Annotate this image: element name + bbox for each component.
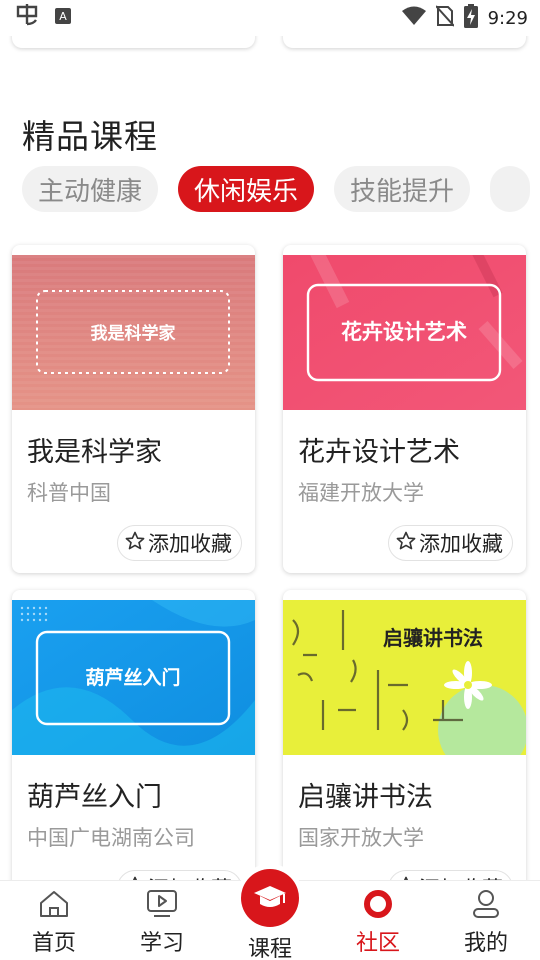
nav-profile[interactable]: 我的 — [432, 881, 540, 960]
course-card[interactable]: 我是科学家 我是科学家 科普中国 添加收藏 — [12, 245, 255, 573]
no-sim-icon — [434, 5, 455, 31]
nav-home[interactable]: 首页 — [0, 881, 108, 960]
add-favorite-button[interactable]: 添加收藏 — [388, 525, 513, 561]
nav-study-label: 学习 — [139, 931, 184, 956]
bottom-nav: 首页 学习 课程 社区 我的 — [0, 869, 540, 960]
profile-icon — [470, 887, 502, 921]
banner-text: 葫芦丝入门 — [85, 666, 180, 689]
add-favorite-label: 添加收藏 — [148, 532, 232, 556]
course-provider: 国家开放大学 — [298, 826, 424, 850]
app-screen: A 9:29 精品课程 主动健康 休闲娱乐 技能提升 我是科学家 我是科学家 科… — [0, 0, 540, 960]
nav-home-label: 首页 — [31, 931, 76, 956]
battery-charging-icon — [463, 4, 478, 32]
section-title: 精品课程 — [22, 117, 158, 156]
add-favorite-label: 添加收藏 — [419, 532, 503, 556]
star-icon — [125, 531, 145, 556]
add-favorite-button[interactable]: 添加收藏 — [117, 525, 242, 561]
category-tabs: 主动健康 休闲娱乐 技能提升 — [22, 166, 540, 212]
course-title: 葫芦丝入门 — [27, 782, 162, 813]
nav-community-label: 社区 — [355, 931, 400, 956]
text-input-icon: A — [54, 7, 72, 29]
tab-active-health[interactable]: 主动健康 — [22, 166, 159, 212]
course-thumbnail: 我是科学家 — [12, 255, 255, 410]
svg-text:A: A — [59, 10, 67, 23]
star-icon — [396, 531, 416, 556]
course-title: 我是科学家 — [27, 437, 162, 468]
banner-text: 花卉设计艺术 — [341, 320, 467, 344]
status-bar: A 9:29 — [0, 0, 540, 36]
tab-skills[interactable]: 技能提升 — [334, 166, 471, 212]
nav-community[interactable]: 社区 — [324, 881, 432, 960]
tab-more[interactable] — [490, 166, 531, 212]
video-icon — [146, 887, 178, 921]
course-provider: 福建开放大学 — [298, 481, 424, 505]
nav-study[interactable]: 学习 — [108, 881, 216, 960]
course-thumbnail: 花卉设计艺术 — [283, 255, 526, 410]
banner-text: 我是科学家 — [91, 323, 176, 344]
home-icon — [38, 887, 70, 921]
course-card[interactable]: 花卉设计艺术 花卉设计艺术 福建开放大学 添加收藏 — [283, 245, 526, 573]
nav-profile-label: 我的 — [463, 931, 508, 956]
course-provider: 中国广电湖南公司 — [27, 826, 195, 850]
tab-leisure[interactable]: 休闲娱乐 — [178, 166, 315, 212]
community-ring-icon — [362, 887, 394, 921]
status-time: 9:29 — [487, 7, 528, 29]
course-thumbnail: 启骧讲书法 — [283, 600, 526, 755]
course-provider: 科普中国 — [27, 481, 111, 505]
app-notification-icon — [14, 4, 40, 32]
course-title: 启骧讲书法 — [298, 782, 433, 813]
course-thumbnail: 葫芦丝入门 — [12, 600, 255, 755]
course-card[interactable]: 葫芦丝入门 葫芦丝入门 中国广电湖南公司 添加收藏 — [12, 590, 255, 918]
banner-text: 启骧讲书法 — [383, 626, 483, 650]
wifi-icon — [401, 6, 426, 30]
graduation-cap-icon[interactable] — [241, 869, 299, 927]
course-title: 花卉设计艺术 — [298, 437, 460, 468]
course-card[interactable]: 启骧讲书法 启骧讲书法 国家开放大学 添加收藏 — [283, 590, 526, 918]
